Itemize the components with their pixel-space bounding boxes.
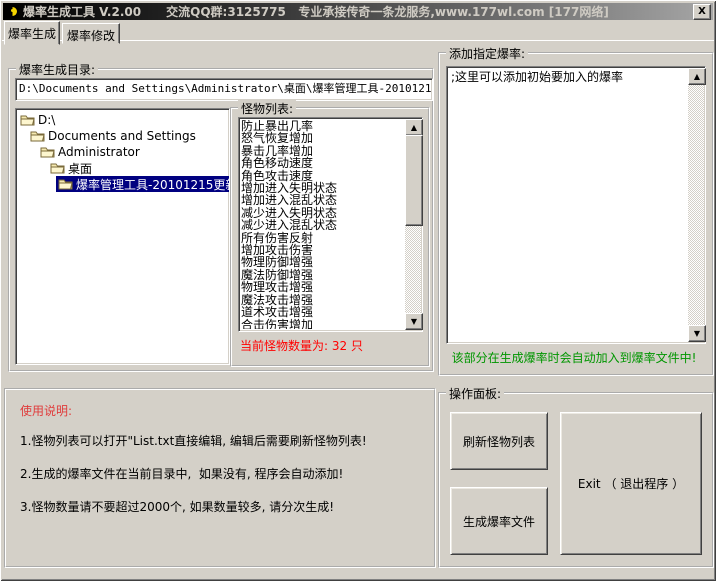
folder-icon: [58, 178, 73, 190]
tree-item[interactable]: D:\: [16, 112, 229, 128]
dir-group-label: 爆率生成目录:: [16, 61, 98, 78]
tree-indent: [16, 152, 38, 153]
close-button[interactable]: X: [693, 4, 711, 20]
tab-modify[interactable]: 爆率修改: [62, 23, 120, 44]
tree-item-label: D:\: [38, 113, 55, 127]
add-group-label: 添加指定爆率:: [446, 45, 528, 62]
list-item[interactable]: 物理攻击增强: [241, 281, 404, 293]
close-icon: X: [698, 7, 706, 17]
scroll-up-button[interactable]: ▲: [405, 119, 423, 136]
list-scrollbar[interactable]: ▲ ▼: [405, 119, 421, 330]
instruction-line: 2.生成的爆率文件在当前目录中, 如果没有, 程序会自动添加!: [20, 465, 343, 482]
dir-path-input[interactable]: D:\Documents and Settings\Administrator\…: [15, 78, 433, 101]
tree-indent: [16, 184, 56, 185]
tree-item-label: Documents and Settings: [48, 129, 196, 143]
scrollbar-thumb[interactable]: [405, 135, 423, 226]
monster-listbox[interactable]: 防止暴出几率 怒气恢复增加 暴击几率增加 角色移动速度 角色攻击速度 增加进入失…: [238, 117, 423, 332]
list-item[interactable]: 怒气恢复增加: [241, 132, 404, 144]
folder-icon: [50, 162, 65, 174]
add-rate-textarea[interactable]: ;这里可以添加初始要加入的爆率 ▲ ▼: [446, 66, 706, 344]
tree-indent: [16, 168, 48, 169]
scroll-down-icon: ▼: [411, 318, 417, 326]
tree-indent: [16, 136, 28, 137]
directory-tree[interactable]: D:\ Documents and Settings Administrator…: [15, 108, 230, 365]
instruction-line: 1.怪物列表可以打开"List.txt直接编辑, 编辑后需要刷新怪物列表!: [20, 432, 367, 449]
scroll-down-button[interactable]: ▼: [405, 313, 423, 330]
folder-icon: [20, 114, 35, 126]
list-item[interactable]: 物理防御增强: [241, 256, 404, 268]
scroll-up-icon: ▲: [411, 124, 417, 132]
list-item[interactable]: 合击伤害增加: [241, 319, 404, 330]
operations-group-label: 操作面板:: [446, 385, 504, 402]
list-item[interactable]: 道术攻击增强: [241, 306, 404, 318]
tree-item[interactable]: 桌面: [16, 160, 229, 176]
textarea-scrollbar[interactable]: ▲ ▼: [688, 68, 704, 342]
folder-icon: [40, 146, 55, 158]
app-icon: [6, 5, 19, 18]
tree-item-label: Administrator: [58, 145, 140, 159]
monster-count-text: 当前怪物数量为: 32 只: [240, 337, 363, 354]
monster-group-label: 怪物列表:: [238, 100, 296, 117]
tree-item-selected[interactable]: 爆率管理工具-20101215更新: [16, 176, 229, 192]
tree-item-label: 爆率管理工具-20101215更新: [76, 176, 230, 193]
add-rate-text: ;这里可以添加初始要加入的爆率: [451, 70, 685, 85]
instruction-line: 3.怪物数量请不要超过2000个, 如果数量较多, 请分次生成!: [20, 498, 334, 515]
list-item[interactable]: 增加进入混乱状态: [241, 194, 404, 206]
window-title: 爆率生成工具 V.2.00 交流QQ群:3125775 专业承接传奇一条龙服务,…: [23, 3, 693, 20]
scroll-down-icon: ▼: [694, 330, 700, 338]
tree-item[interactable]: Documents and Settings: [16, 128, 229, 144]
list-item[interactable]: 角色移动速度: [241, 157, 404, 169]
tree-item-label: 桌面: [68, 160, 92, 177]
instructions-title: 使用说明:: [20, 402, 72, 419]
tree-item[interactable]: Administrator: [16, 144, 229, 160]
tab-generate[interactable]: 爆率生成: [4, 21, 60, 45]
scroll-down-button[interactable]: ▼: [688, 325, 706, 342]
scroll-up-button[interactable]: ▲: [688, 68, 706, 85]
folder-icon: [30, 130, 45, 142]
titlebar: 爆率生成工具 V.2.00 交流QQ群:3125775 专业承接传奇一条龙服务,…: [3, 3, 713, 20]
instructions-panel: 使用说明: 1.怪物列表可以打开"List.txt直接编辑, 编辑后需要刷新怪物…: [4, 388, 436, 568]
generate-rate-file-button[interactable]: 生成爆率文件: [450, 487, 548, 555]
scroll-up-icon: ▲: [694, 73, 700, 81]
exit-button[interactable]: Exit （ 退出程序 ）: [560, 412, 702, 555]
list-item[interactable]: 减少进入混乱状态: [241, 219, 404, 231]
auto-add-note: 该部分在生成爆率时会自动加入到爆率文件中!: [438, 349, 710, 366]
refresh-monster-list-button[interactable]: 刷新怪物列表: [450, 412, 548, 470]
tab-bar: 爆率生成 爆率修改: [3, 21, 713, 40]
